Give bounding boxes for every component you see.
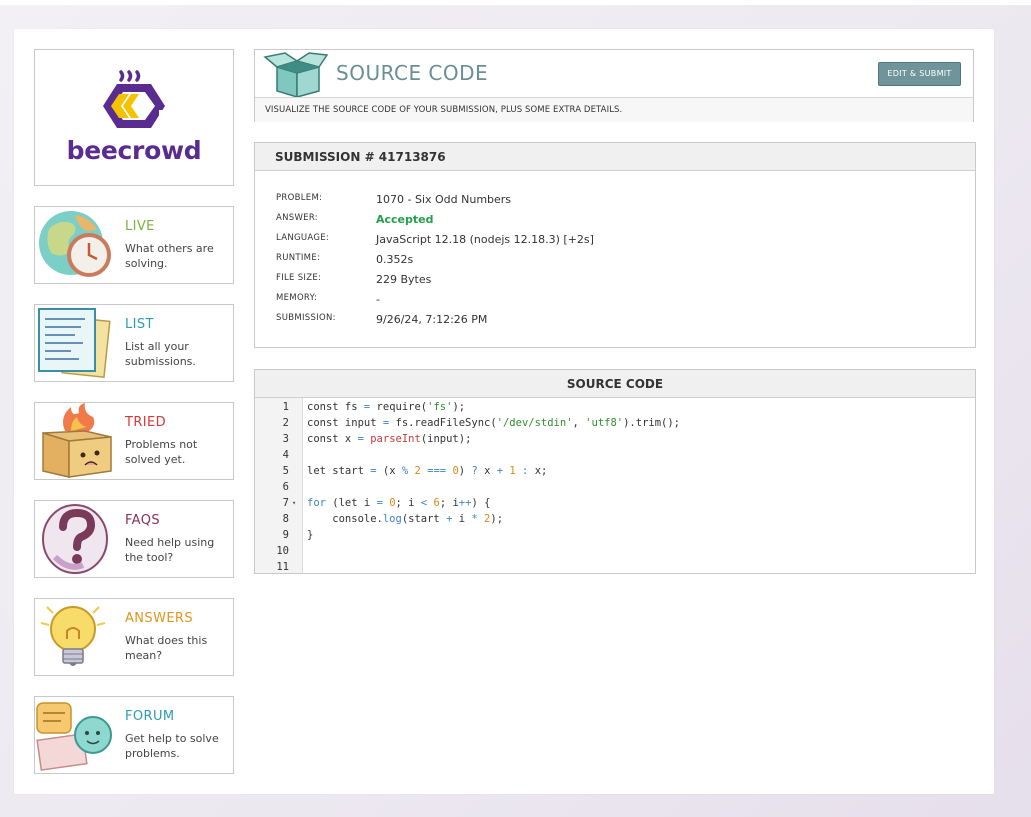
info-label: RUNTIME: (276, 253, 321, 263)
menu-desc-forum: Get help to solve problems. (125, 732, 219, 760)
line-number: 7 (282, 497, 289, 509)
code-line: 10 (255, 543, 975, 559)
problem-value[interactable]: 1070 - Six Odd Numbers (376, 193, 511, 206)
fold-toggle-icon[interactable]: ▾ (292, 495, 296, 511)
code-text: const input = fs.readFileSync('/dev/stdi… (307, 417, 681, 429)
logo-box[interactable]: beecrowd (34, 49, 234, 186)
code-line: 9} (255, 527, 975, 543)
line-number: 6 (282, 481, 289, 493)
menu-desc-faqs: Need help using the tool? (125, 536, 215, 564)
line-number: 11 (276, 561, 289, 573)
open-box-icon (263, 52, 329, 99)
menu-item-answers[interactable]: ANSWERS What does this mean? (34, 598, 234, 676)
runtime-value: 0.352s (376, 253, 414, 266)
language-value: JavaScript 12.18 (nodejs 12.18.3) [+2s] (376, 233, 594, 246)
code-line: 11 (255, 559, 975, 575)
question-mark-icon (42, 504, 108, 574)
line-number: 9 (282, 529, 289, 541)
page-header: SOURCE CODE EDIT & SUBMIT VISUALIZE THE … (254, 49, 974, 122)
globe-clock-icon (39, 211, 111, 277)
menu-title-live: LIVE (125, 219, 155, 234)
code-text: const x = parseInt(input); (307, 433, 472, 445)
menu-desc-tried: Problems not solved yet. (125, 438, 198, 466)
menu-title-forum: FORUM (125, 709, 175, 724)
source-code-heading: SOURCE CODE (255, 370, 975, 398)
menu-item-forum[interactable]: FORUM Get help to solve problems. (34, 696, 234, 774)
code-line: 8 console.log(start + i * 2); (255, 511, 975, 527)
code-line: 1 const fs = require('fs'); (255, 399, 975, 415)
lightbulb-icon (40, 606, 106, 666)
chat-bubbles-icon (36, 702, 112, 771)
menu-title-list: LIST (125, 317, 154, 332)
page-title: SOURCE CODE (336, 61, 489, 85)
menu-item-tried[interactable]: TRIED Problems not solved yet. (34, 402, 234, 480)
info-label: FILE SIZE: (276, 273, 322, 283)
menu-desc-live: What others are solving. (125, 242, 214, 270)
submission-details: SUBMISSION # 41713876 PROBLEM: 1070 - Si… (254, 142, 976, 348)
code-text: for (let i = 0; i < 6; i++) { (307, 497, 491, 509)
line-number: 5 (282, 465, 289, 477)
page-subtitle: VISUALIZE THE SOURCE CODE OF YOUR SUBMIS… (255, 97, 973, 122)
menu-desc-answers: What does this mean? (125, 634, 208, 662)
code-line: 7 ▾ for (let i = 0; i < 6; i++) { (255, 495, 975, 511)
burning-box-icon (42, 403, 112, 478)
source-code-panel[interactable]: SOURCE CODE 1 const fs = require('fs'); 2 c… (254, 369, 976, 574)
info-label: PROBLEM: (276, 193, 323, 203)
line-number: 2 (282, 417, 289, 429)
edit-submit-button[interactable]: EDIT & SUBMIT (878, 62, 961, 86)
menu-desc-list: List all your submissions. (125, 340, 196, 368)
menu-item-faqs[interactable]: FAQS Need help using the tool? (34, 500, 234, 578)
line-number: 1 (282, 401, 289, 413)
info-label: LANGUAGE: (276, 233, 330, 243)
menu-item-list[interactable]: LIST List all your submissions. (34, 304, 234, 382)
code-line: 6 (255, 479, 975, 495)
line-number: 10 (276, 545, 289, 557)
line-number: 8 (282, 513, 289, 525)
memory-value: - (376, 293, 380, 306)
code-line: 4 (255, 447, 975, 463)
menu-item-live[interactable]: LIVE What others are solving. (34, 206, 234, 284)
browser-top-strip (0, 0, 1031, 5)
info-label: MEMORY: (276, 293, 318, 303)
code-text: } (307, 529, 314, 541)
menu-title-faqs: FAQS (125, 513, 161, 528)
info-label: ANSWER: (276, 213, 318, 223)
code-text: console.log(start + i * 2); (307, 513, 504, 525)
logo-text: beecrowd (66, 136, 202, 165)
line-number: 3 (282, 433, 289, 445)
code-line: 2 const input = fs.readFileSync('/dev/std… (255, 415, 975, 431)
code-text: const fs = require('fs'); (307, 401, 466, 413)
menu-title-tried: TRIED (125, 415, 167, 430)
papers-icon (38, 308, 111, 378)
menu-title-answers: ANSWERS (125, 611, 194, 626)
code-line: 5 let start = (x % 2 === 0) ? x + 1 : x; (255, 463, 975, 479)
file-size-value: 229 Bytes (376, 273, 432, 286)
submission-date-value: 9/26/24, 7:12:26 PM (376, 313, 488, 326)
info-label: SUBMISSION: (276, 313, 336, 323)
beecrowd-logo-icon (103, 70, 167, 128)
submission-heading: SUBMISSION # 41713876 (255, 143, 975, 171)
code-line: 3 const x = parseInt(input); (255, 431, 975, 447)
code-text: let start = (x % 2 === 0) ? x + 1 : x; (307, 465, 548, 477)
line-number: 4 (282, 449, 289, 461)
answer-status: Accepted (376, 213, 434, 226)
